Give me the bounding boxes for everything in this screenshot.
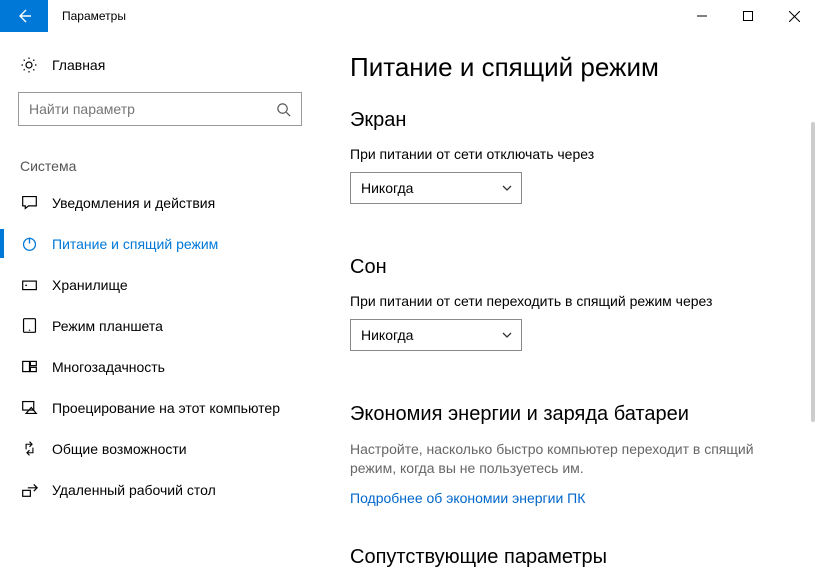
- titlebar: Параметры: [0, 0, 817, 32]
- dropdown-value: Никогда: [361, 327, 413, 343]
- screen-off-dropdown[interactable]: Никогда: [350, 172, 522, 204]
- back-button[interactable]: [0, 0, 48, 32]
- window-controls: [679, 0, 817, 32]
- content-area: Главная Система Уведомления и действия П…: [0, 32, 817, 579]
- search-input[interactable]: [29, 101, 276, 117]
- project-icon: [20, 399, 38, 416]
- sidebar-item-storage[interactable]: Хранилище: [0, 264, 320, 305]
- sidebar-item-shared-experiences[interactable]: Общие возможности: [0, 428, 320, 469]
- home-label: Главная: [52, 57, 105, 73]
- main-panel: Питание и спящий режим Экран При питании…: [320, 32, 817, 579]
- page-title: Питание и спящий режим: [350, 52, 787, 83]
- search-box[interactable]: [18, 92, 302, 126]
- sidebar-item-label: Хранилище: [52, 277, 128, 293]
- minimize-button[interactable]: [679, 0, 725, 32]
- remote-icon: [20, 481, 38, 498]
- chevron-down-icon: [501, 182, 513, 194]
- multitask-icon: [20, 358, 38, 375]
- share-icon: [20, 440, 38, 457]
- maximize-icon: [743, 11, 753, 21]
- storage-icon: [20, 276, 38, 293]
- screen-heading: Экран: [350, 109, 787, 132]
- home-link[interactable]: Главная: [0, 50, 320, 86]
- energy-description: Настройте, насколько быстро компьютер пе…: [350, 440, 787, 478]
- sidebar-item-label: Проецирование на этот компьютер: [52, 400, 280, 416]
- energy-heading: Экономия энергии и заряда батареи: [350, 403, 787, 426]
- scrollbar[interactable]: [811, 122, 815, 422]
- chevron-down-icon: [501, 329, 513, 341]
- sidebar-item-label: Удаленный рабочий стол: [52, 482, 216, 498]
- sleep-heading: Сон: [350, 256, 787, 279]
- sidebar-item-notifications[interactable]: Уведомления и действия: [0, 182, 320, 223]
- arrow-left-icon: [16, 8, 32, 24]
- minimize-icon: [697, 11, 707, 21]
- sidebar-item-remote-desktop[interactable]: Удаленный рабочий стол: [0, 469, 320, 510]
- power-icon: [20, 235, 38, 252]
- sidebar-item-label: Питание и спящий режим: [52, 236, 218, 252]
- search-icon: [276, 102, 291, 117]
- message-icon: [20, 194, 38, 211]
- screen-off-label: При питании от сети отключать через: [350, 146, 787, 162]
- sleep-label: При питании от сети переходить в спящий …: [350, 293, 787, 309]
- sidebar-item-power-sleep[interactable]: Питание и спящий режим: [0, 223, 320, 264]
- sidebar-item-tablet-mode[interactable]: Режим планшета: [0, 305, 320, 346]
- dropdown-value: Никогда: [361, 180, 413, 196]
- window-title: Параметры: [48, 0, 126, 32]
- sidebar-item-projecting[interactable]: Проецирование на этот компьютер: [0, 387, 320, 428]
- energy-learn-more-link[interactable]: Подробнее об экономии энергии ПК: [350, 490, 585, 506]
- close-icon: [789, 11, 800, 22]
- maximize-button[interactable]: [725, 0, 771, 32]
- sidebar-item-multitasking[interactable]: Многозадачность: [0, 346, 320, 387]
- related-heading: Сопутствующие параметры: [350, 546, 787, 569]
- category-label: Система: [0, 126, 320, 182]
- sleep-dropdown[interactable]: Никогда: [350, 319, 522, 351]
- sidebar-item-label: Общие возможности: [52, 441, 187, 457]
- sidebar: Главная Система Уведомления и действия П…: [0, 32, 320, 579]
- gear-icon: [20, 56, 38, 74]
- sidebar-item-label: Режим планшета: [52, 318, 163, 334]
- tablet-icon: [20, 317, 38, 334]
- sidebar-item-label: Многозадачность: [52, 359, 165, 375]
- close-button[interactable]: [771, 0, 817, 32]
- sidebar-item-label: Уведомления и действия: [52, 195, 215, 211]
